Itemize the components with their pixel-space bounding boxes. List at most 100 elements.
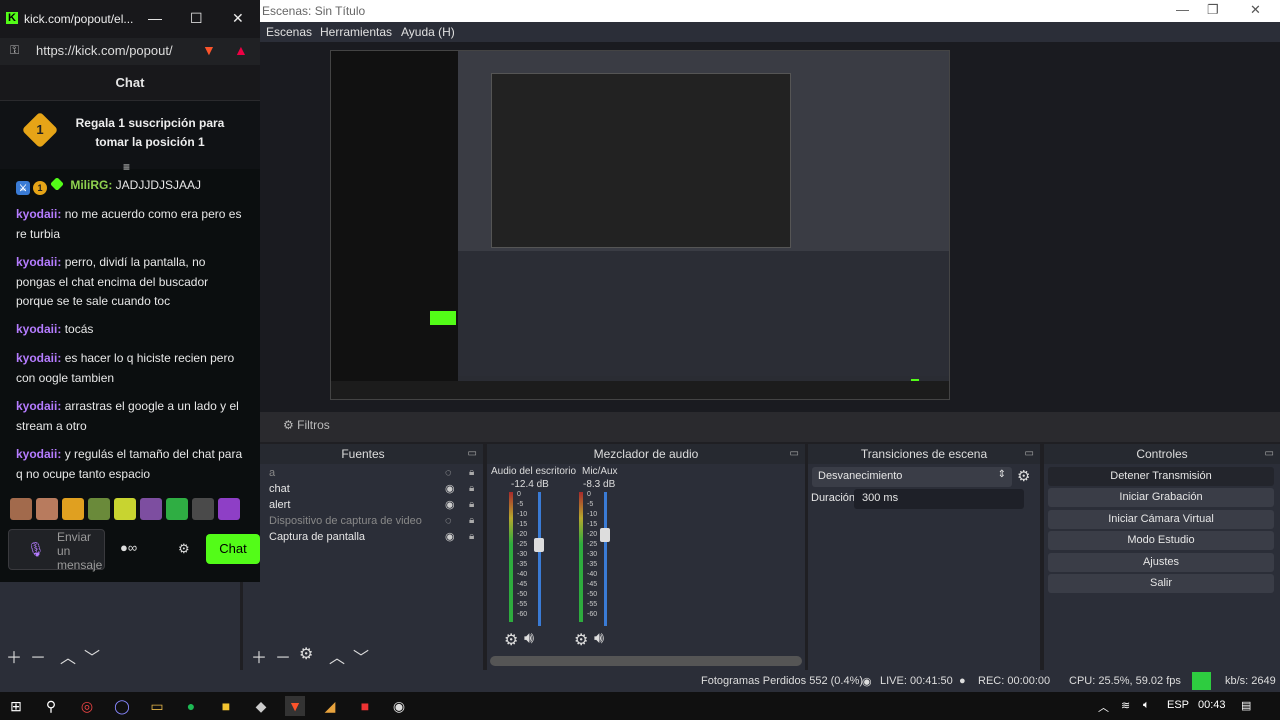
start-virtual-camera-button[interactable]: Iniciar Cámara Virtual: [1048, 510, 1274, 529]
menu-escenas[interactable]: Escenas: [266, 25, 312, 39]
chat-username[interactable]: kyodaii:: [16, 255, 61, 269]
mic-icon[interactable]: 🎙︎: [27, 541, 45, 558]
source-item[interactable]: Captura de pantalla ◉ 🔒︎: [269, 529, 474, 545]
exit-button[interactable]: Salir: [1048, 574, 1274, 593]
lock-icon[interactable]: 🔒︎: [469, 465, 474, 481]
app-icon[interactable]: ◢: [320, 696, 340, 716]
undock-icon[interactable]: ▭: [1265, 444, 1274, 464]
chat-username[interactable]: kyodaii:: [16, 207, 61, 221]
brave-rewards-icon[interactable]: ▲: [234, 42, 248, 58]
maximize-button[interactable]: ☐: [190, 10, 203, 27]
search-icon[interactable]: ⚲: [41, 696, 61, 716]
app-icon[interactable]: ◆: [251, 696, 271, 716]
undock-icon[interactable]: ▭: [790, 444, 799, 464]
move-down-icon[interactable]: ﹀: [84, 644, 100, 668]
channel-settings-icon[interactable]: ⚙: [574, 630, 588, 650]
brave-icon[interactable]: ▼: [285, 696, 305, 716]
source-item[interactable]: alert ◉ 🔒︎: [269, 497, 474, 513]
remove-scene-icon[interactable]: －: [30, 644, 46, 668]
url-text[interactable]: https://kick.com/popout/: [36, 43, 184, 58]
emote-icon[interactable]: [166, 498, 188, 520]
chat-username[interactable]: kyodaii:: [16, 399, 61, 413]
chat-username[interactable]: kyodaii:: [16, 322, 61, 336]
lock-icon[interactable]: 🔒︎: [469, 513, 474, 529]
wifi-icon[interactable]: ≋: [1121, 699, 1130, 712]
clock[interactable]: 00:43: [1198, 699, 1226, 711]
transition-select[interactable]: Desvanecimiento ⇕: [812, 467, 1012, 487]
emote-icon[interactable]: [62, 498, 84, 520]
volume-fader[interactable]: [538, 492, 541, 626]
emote-icon[interactable]: [218, 498, 240, 520]
lock-icon[interactable]: 🔒︎: [469, 481, 474, 497]
move-down-icon[interactable]: ﹀: [353, 644, 369, 668]
source-item[interactable]: Dispositivo de captura de video ◌ 🔒︎: [269, 513, 474, 529]
eye-hidden-icon[interactable]: ◌: [445, 465, 452, 481]
fader-knob[interactable]: [534, 538, 544, 552]
stream-preview[interactable]: [330, 50, 950, 400]
undock-icon[interactable]: ▭: [468, 444, 477, 464]
spotify-icon[interactable]: ●: [181, 696, 201, 716]
duration-input[interactable]: 300 ms: [854, 489, 1024, 509]
gear-icon[interactable]: ⚙: [178, 541, 190, 557]
stop-stream-button[interactable]: Detener Transmisión: [1048, 467, 1274, 486]
menu-ayuda[interactable]: Ayuda (H): [401, 25, 455, 39]
eye-icon[interactable]: ◉: [445, 497, 455, 513]
brave-shield-icon[interactable]: ▼: [202, 42, 216, 58]
close-button[interactable]: ✕: [232, 10, 244, 27]
emote-picker-icon[interactable]: ●∞: [120, 540, 137, 555]
menu-herramientas[interactable]: Herramientas: [320, 25, 392, 39]
remove-source-icon[interactable]: －: [275, 644, 291, 668]
lock-icon[interactable]: 🔒︎: [469, 529, 474, 545]
emote-icon[interactable]: [88, 498, 110, 520]
minimize-button[interactable]: —: [1176, 2, 1189, 17]
app-icon[interactable]: ◯: [112, 696, 132, 716]
language-indicator[interactable]: ESP: [1167, 699, 1189, 711]
chrome-icon[interactable]: ◎: [77, 696, 97, 716]
volume-icon[interactable]: 🔈︎: [1143, 699, 1150, 712]
eye-hidden-icon[interactable]: ◌: [445, 513, 452, 529]
close-button[interactable]: ✕: [1250, 2, 1261, 18]
obs-icon[interactable]: ◉: [389, 696, 409, 716]
file-explorer-icon[interactable]: ▭: [147, 696, 167, 716]
source-item[interactable]: chat ◉ 🔒︎: [269, 481, 474, 497]
lock-icon[interactable]: 🔒︎: [469, 497, 474, 513]
transition-settings-icon[interactable]: ⚙: [1017, 467, 1030, 485]
send-chat-button[interactable]: Chat: [206, 534, 260, 564]
chat-username[interactable]: kyodaii:: [16, 351, 61, 365]
speaker-icon[interactable]: 🔊︎: [594, 630, 604, 648]
volume-fader[interactable]: [604, 492, 607, 626]
add-scene-icon[interactable]: ＋: [6, 644, 22, 668]
emote-icon[interactable]: [10, 498, 32, 520]
add-source-icon[interactable]: ＋: [251, 644, 267, 668]
tab-filtros[interactable]: ⚙ Filtros: [283, 418, 330, 432]
mixer-scrollbar[interactable]: [490, 656, 802, 666]
chat-username[interactable]: kyodaii:: [16, 447, 61, 461]
fader-knob[interactable]: [600, 528, 610, 542]
move-up-icon[interactable]: ︿: [329, 644, 345, 668]
emote-icon[interactable]: [192, 498, 214, 520]
eye-icon[interactable]: ◉: [445, 529, 455, 545]
expand-icon[interactable]: ≡: [123, 160, 130, 174]
tray-chevron-icon[interactable]: ︿: [1098, 699, 1109, 715]
eye-icon[interactable]: ◉: [445, 481, 455, 497]
chat-input[interactable]: 🎙︎ Enviar un mensaje: [8, 529, 105, 572]
studio-mode-button[interactable]: Modo Estudio: [1048, 531, 1274, 550]
discord-icon[interactable]: ■: [355, 696, 375, 716]
move-up-icon[interactable]: ︿: [60, 644, 76, 668]
windows-start-icon[interactable]: ⊞: [6, 696, 26, 716]
notifications-icon[interactable]: ▤: [1241, 699, 1251, 712]
sticky-notes-icon[interactable]: ■: [216, 696, 236, 716]
undock-icon[interactable]: ▭: [1025, 444, 1034, 464]
source-settings-icon[interactable]: ⚙: [299, 644, 313, 664]
emote-icon[interactable]: [36, 498, 58, 520]
chat-username[interactable]: MiliRG:: [70, 178, 112, 192]
source-item[interactable]: a ◌ 🔒︎: [269, 465, 474, 481]
speaker-icon[interactable]: 🔊︎: [524, 630, 534, 648]
site-settings-icon[interactable]: ⚿: [10, 43, 19, 58]
channel-settings-icon[interactable]: ⚙: [504, 630, 518, 650]
emote-icon[interactable]: [140, 498, 162, 520]
maximize-button[interactable]: ❐: [1207, 2, 1219, 18]
minimize-button[interactable]: —: [148, 10, 162, 26]
emote-icon[interactable]: [114, 498, 136, 520]
start-recording-button[interactable]: Iniciar Grabación: [1048, 488, 1274, 507]
